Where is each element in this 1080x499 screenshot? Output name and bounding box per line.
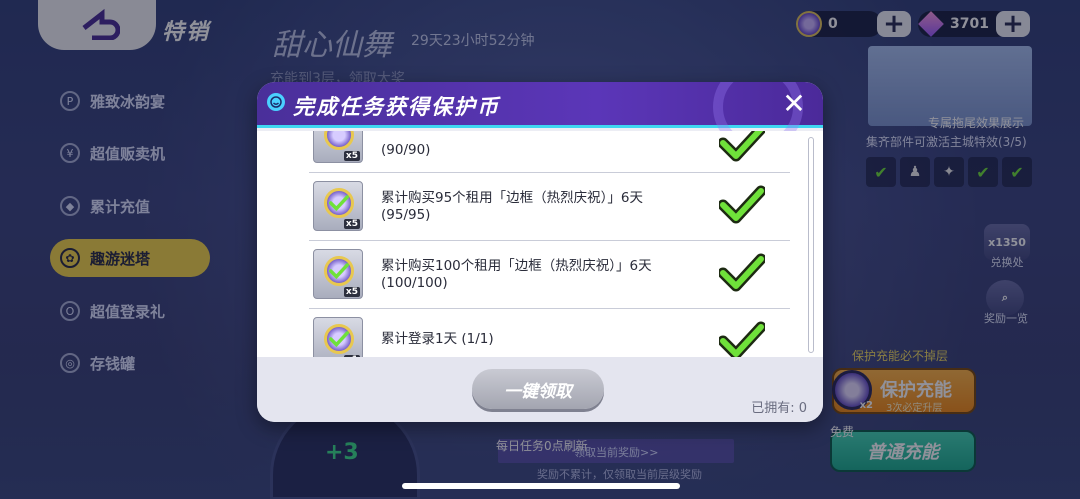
smile-icon [267,93,285,111]
task-list[interactable]: x5 (90/90) x5 累计购买95个租用「边框（热烈庆祝）」6天 (95/… [257,131,823,357]
task-row: x5 (90/90) [309,131,790,173]
task-row: x1 累计登录1天 (1/1) [309,309,790,357]
task-text: 累计登录1天 (1/1) [381,331,494,347]
task-row: x5 累计购买100个租用「边框（热烈庆祝）」6天 (100/100) [309,241,790,309]
home-indicator[interactable] [402,483,680,489]
reward-qty: x5 [343,287,360,297]
check-icon [719,185,765,224]
check-icon [719,321,765,357]
task-text: 累计购买95个租用「边框（热烈庆祝）」6天 (95/95) [381,190,644,223]
claim-all-button[interactable]: 一键领取 [472,369,604,409]
reward-qty: x5 [343,151,360,161]
dialog-footer: 一键领取 已拥有: 0 [257,357,823,422]
protect-coin-icon [324,256,354,286]
protect-coin-icon [324,188,354,218]
reward-qty: x5 [343,219,360,229]
protect-coin-icon [324,324,354,354]
protect-coin-icon [324,131,354,150]
task-text: 累计购买100个租用「边框（热烈庆祝）」6天 (100/100) [381,258,652,291]
task-row: x5 累计购买95个租用「边框（热烈庆祝）」6天 (95/95) [309,173,790,241]
task-text: (90/90) [381,142,431,158]
check-icon [719,131,765,162]
dialog-header: 完成任务获得保护币 ✕ [257,82,823,152]
check-icon [719,253,765,292]
reward-item: x1 [313,317,363,357]
reward-item: x5 [313,181,363,231]
close-icon: ✕ [782,87,806,120]
owned-count-text: 已拥有: 0 [751,401,807,416]
protect-coin-task-dialog: 完成任务获得保护币 ✕ x5 (90/90) x5 累计购买95个租用「边框（热… [257,82,823,422]
dialog-title: 完成任务获得保护币 [293,95,500,119]
close-button[interactable]: ✕ [779,89,809,119]
reward-item: x5 [313,249,363,299]
reward-item: x5 [313,131,363,163]
task-list-scrollbar[interactable] [808,137,814,353]
